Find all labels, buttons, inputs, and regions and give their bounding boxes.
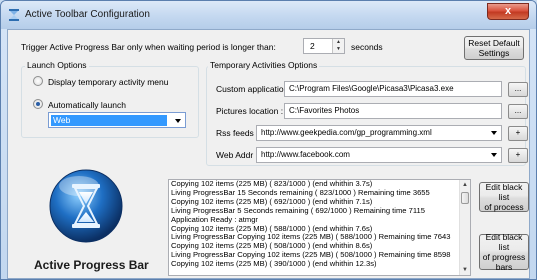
auto-launch-selected: Web — [51, 115, 167, 126]
edit-blacklist-bars-button[interactable]: Edit black list of progress bars — [479, 232, 529, 272]
chevron-down-icon[interactable] — [491, 153, 497, 157]
scroll-thumb[interactable] — [461, 192, 469, 204]
dialog-body: Trigger Active Progress Bar only when wa… — [7, 29, 530, 279]
blacklist-bars-label-3: bars — [495, 262, 513, 272]
rss-select[interactable]: http://www.geekpedia.com/gp_programming.… — [256, 125, 502, 141]
app-window: Active Toolbar Configuration x Trigger A… — [0, 0, 537, 280]
hourglass-icon — [9, 9, 19, 21]
web-label: Web Addr : — [216, 150, 258, 160]
log-lines: Copying 102 items (225 MB) ( 823/1000 ) … — [169, 180, 470, 269]
launch-options-title: Launch Options — [25, 60, 89, 70]
chevron-down-icon[interactable] — [491, 131, 497, 135]
custom-app-label: Custom application : — [216, 84, 294, 94]
reset-button-label-2: Settings — [478, 48, 510, 58]
activity-log[interactable]: Copying 102 items (225 MB) ( 823/1000 ) … — [168, 179, 471, 276]
close-button[interactable]: x — [487, 3, 529, 20]
pictures-field[interactable]: C:\Favorites Photos — [284, 103, 502, 119]
stepper-arrows-icon[interactable]: ▲ ▼ — [332, 39, 344, 53]
log-line: Copying 102 items (225 MB) ( 390/1000 ) … — [171, 259, 377, 269]
rss-add-button[interactable]: + — [508, 126, 528, 141]
web-add-button[interactable]: + — [508, 148, 528, 163]
temp-activities-title: Temporary Activities Options — [208, 60, 320, 70]
radio-auto-launch-label: Automatically launch — [48, 100, 126, 110]
web-select[interactable]: http://www.facebook.com — [256, 147, 502, 163]
chevron-down-icon[interactable] — [175, 119, 181, 123]
trigger-unit-label: seconds — [351, 42, 383, 52]
reset-button-label-1: Reset Default — [468, 38, 520, 48]
blacklist-bars-label-2: of progress — [482, 252, 526, 262]
product-name: Active Progress Bar — [34, 258, 149, 272]
blacklist-process-label-2: of process — [484, 202, 524, 212]
auto-launch-select[interactable]: Web — [48, 112, 186, 128]
rss-label: Rss feeds : — [216, 128, 259, 138]
rss-value: http://www.geekpedia.com/gp_programming.… — [261, 128, 432, 137]
scroll-down-icon[interactable]: ▼ — [460, 265, 470, 275]
radio-auto-launch[interactable] — [33, 99, 43, 109]
trigger-seconds-stepper[interactable]: 2 ▲ ▼ — [303, 38, 345, 54]
radio-display-menu[interactable] — [33, 76, 43, 86]
scroll-up-icon[interactable]: ▲ — [460, 180, 470, 190]
pictures-browse-button[interactable]: ... — [508, 104, 528, 119]
web-value: http://www.facebook.com — [261, 150, 350, 159]
blacklist-bars-label-1: Edit black list — [485, 232, 523, 252]
window-title: Active Toolbar Configuration — [25, 9, 150, 20]
blacklist-process-label-1: Edit black list — [485, 182, 523, 202]
hourglass-logo-icon — [49, 169, 123, 243]
custom-app-field[interactable]: C:\Program Files\Google\Picasa3\Picasa3.… — [284, 81, 502, 97]
close-icon: x — [504, 5, 512, 17]
radio-display-menu-label: Display temporary activity menu — [48, 77, 169, 87]
custom-app-browse-button[interactable]: ... — [508, 82, 528, 97]
pictures-label: Pictures location : — [216, 106, 284, 116]
reset-default-button[interactable]: Reset Default Settings — [464, 36, 524, 60]
log-scrollbar[interactable]: ▲ ▼ — [459, 180, 470, 275]
trigger-seconds-value: 2 — [310, 41, 315, 51]
edit-blacklist-process-button[interactable]: Edit black list of process — [479, 182, 529, 212]
title-bar[interactable]: Active Toolbar Configuration x — [1, 1, 536, 29]
trigger-label: Trigger Active Progress Bar only when wa… — [21, 42, 276, 52]
